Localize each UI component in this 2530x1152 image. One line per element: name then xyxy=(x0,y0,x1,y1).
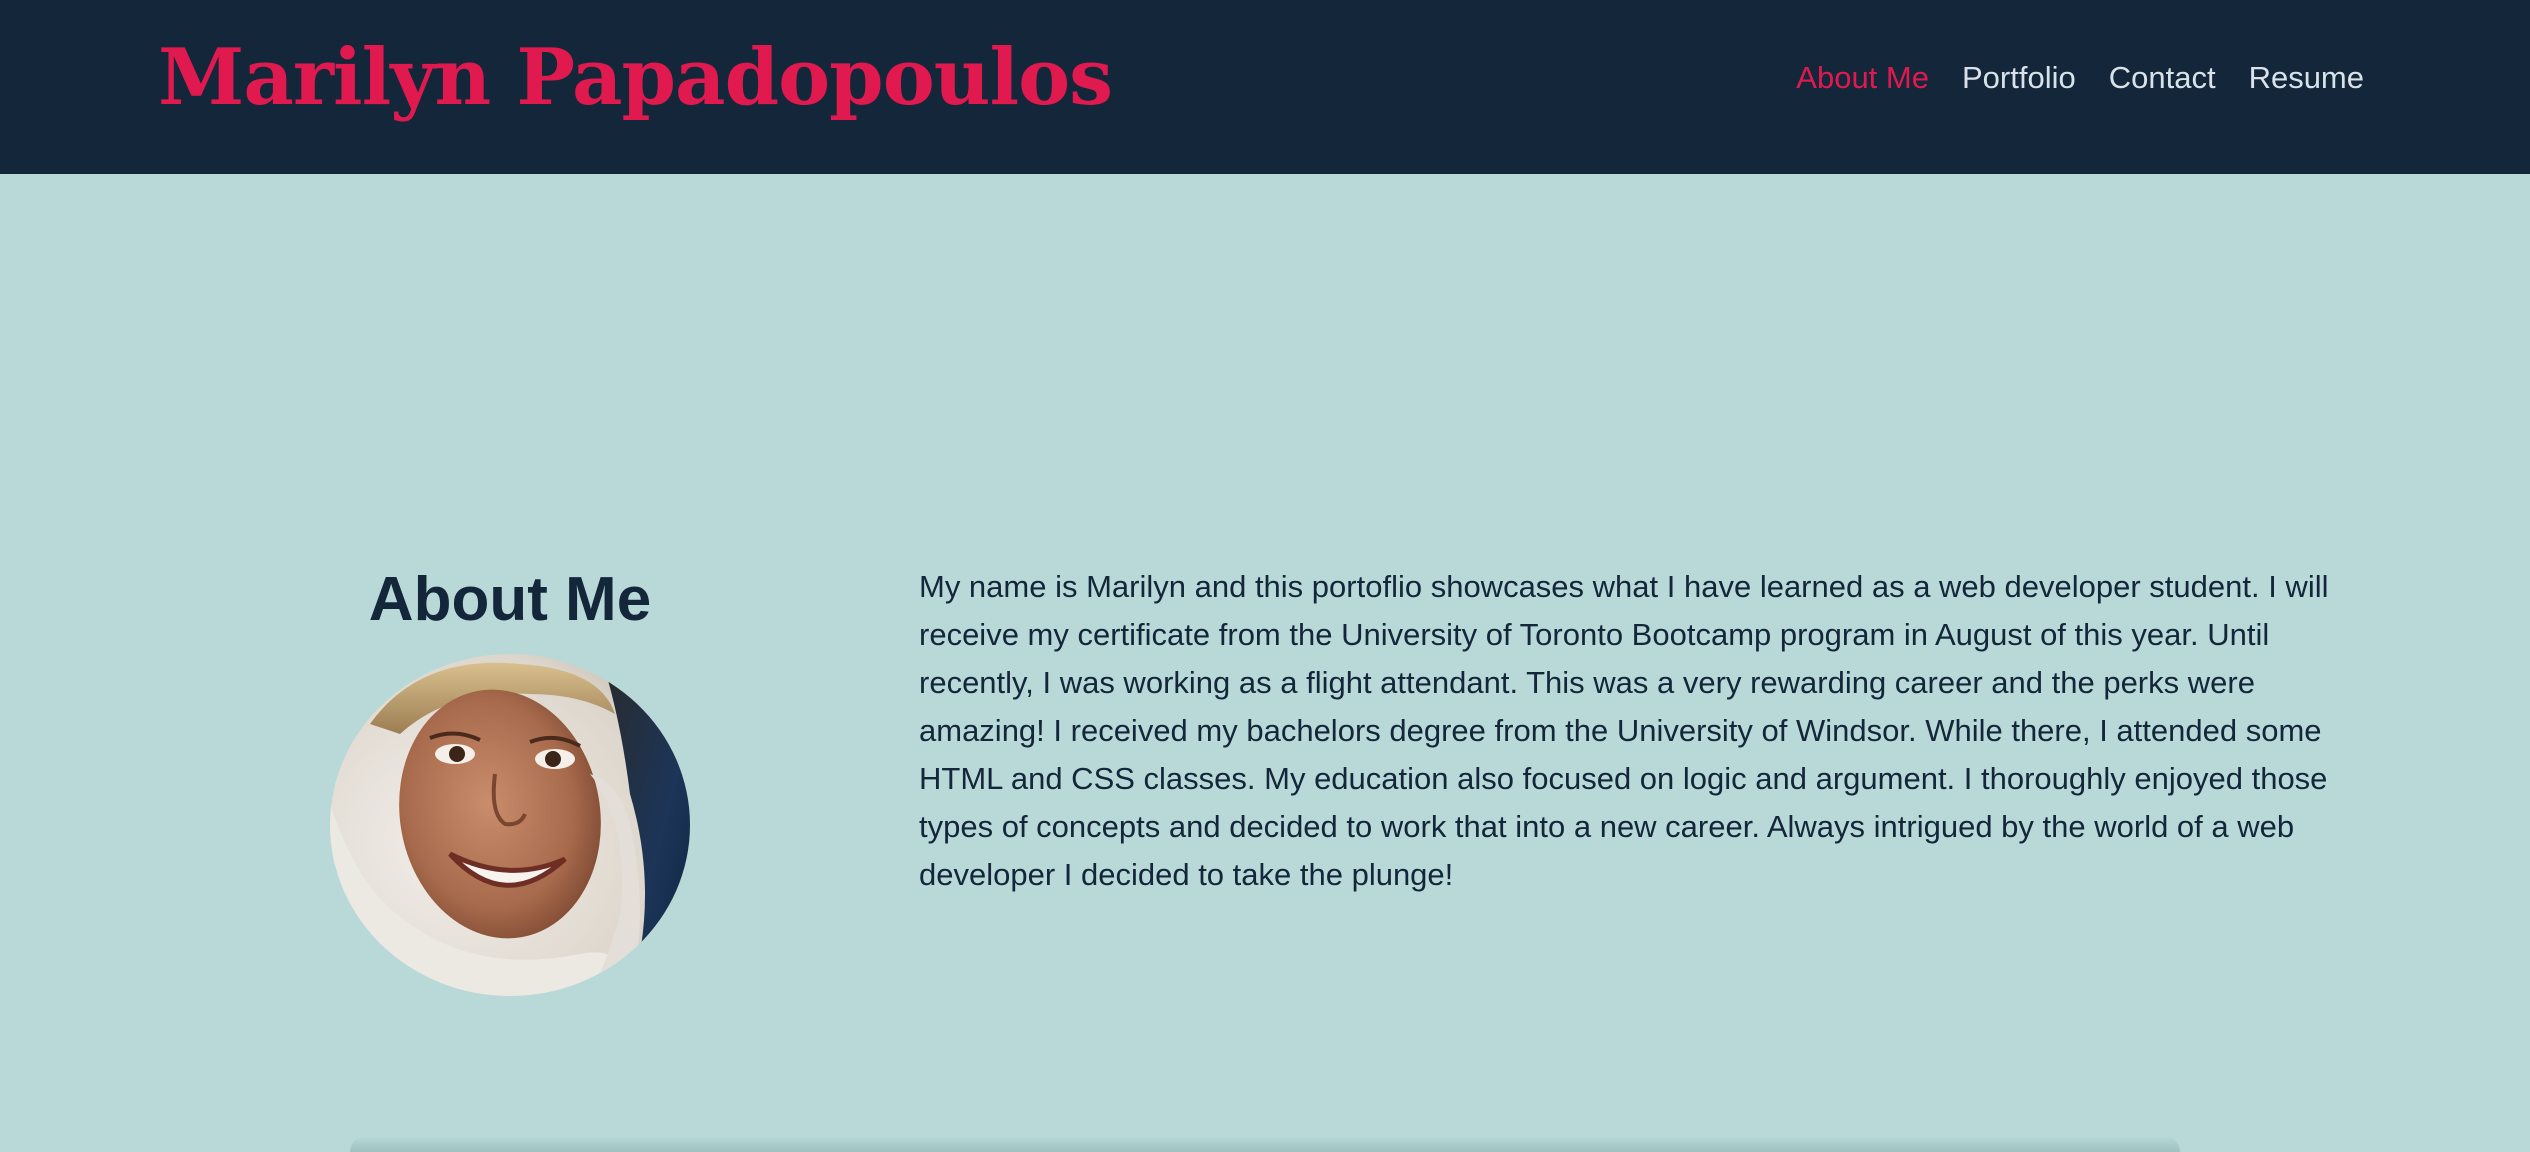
site-brand[interactable]: Marilyn Papadopoulos xyxy=(158,26,1113,130)
nav-link-about-me[interactable]: About Me xyxy=(1796,56,1929,100)
profile-photo-icon xyxy=(330,654,690,996)
about-bio: My name is Marilyn and this portoflio sh… xyxy=(919,569,2329,892)
site-header: Marilyn Papadopoulos About Me Portfolio … xyxy=(0,0,2530,174)
about-heading: About Me xyxy=(368,565,652,634)
nav-link-portfolio[interactable]: Portfolio xyxy=(1962,56,2076,100)
profile-photo xyxy=(330,654,690,996)
main-nav: About Me Portfolio Contact Resume xyxy=(1796,56,2364,100)
nav-link-contact[interactable]: Contact xyxy=(2109,56,2216,100)
next-section-edge xyxy=(350,1136,2180,1152)
nav-link-resume[interactable]: Resume xyxy=(2249,56,2364,100)
